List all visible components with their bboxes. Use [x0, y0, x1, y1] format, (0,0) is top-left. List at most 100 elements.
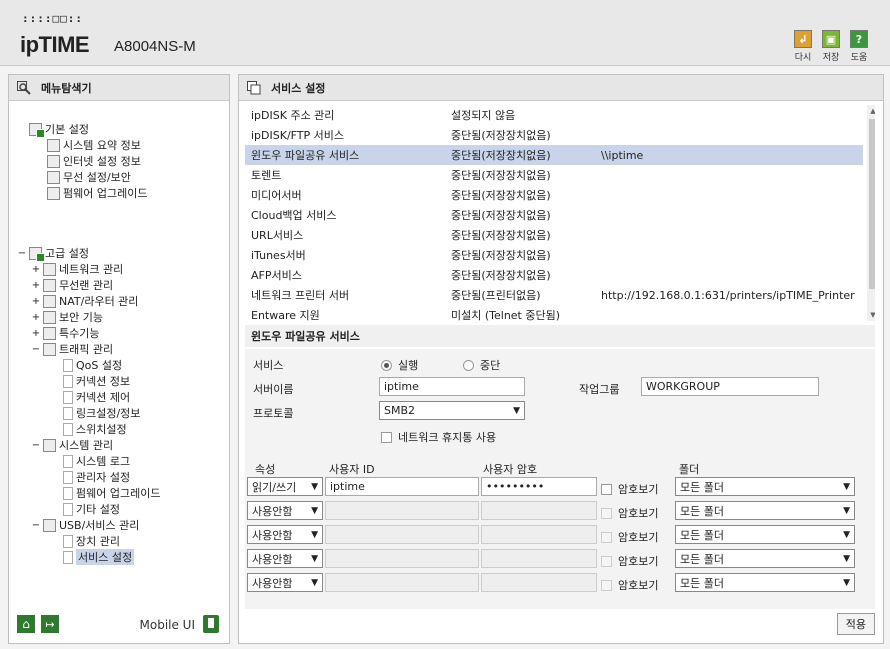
account-folder-select[interactable]: 모든 폴더 ▼: [675, 549, 855, 568]
apply-button[interactable]: 적용: [836, 613, 875, 635]
account-pass-input[interactable]: [481, 501, 597, 520]
account-pass-input[interactable]: [481, 573, 597, 592]
account-user-input[interactable]: iptime: [325, 477, 479, 496]
lock-icon: [43, 310, 56, 324]
account-user-input[interactable]: [325, 573, 479, 592]
tree-item-nat-router[interactable]: + NAT/라우터 관리: [31, 293, 138, 309]
account-attr-select[interactable]: 사용안함 ▼: [247, 549, 323, 568]
scroll-down-icon[interactable]: ▼: [867, 309, 875, 321]
upgrade-icon: [47, 186, 60, 200]
collapse-icon[interactable]: −: [17, 248, 27, 259]
protocol-select[interactable]: SMB2 ▼: [379, 401, 525, 420]
expand-icon[interactable]: +: [31, 264, 41, 275]
service-row[interactable]: ipDISK/FTP 서비스 중단됨(저장장치없음): [245, 125, 863, 145]
service-list-scrollbar[interactable]: ▲ ▼: [867, 105, 875, 321]
wireless-icon: [43, 278, 56, 292]
tree-item-traffic[interactable]: − 트래픽 관리: [31, 341, 113, 357]
account-pass-input[interactable]: [481, 549, 597, 568]
service-row[interactable]: Entware 지원 미설치 (Telnet 중단됨): [245, 305, 863, 325]
workgroup-input[interactable]: WORKGROUP: [641, 377, 819, 396]
account-attr-select[interactable]: 사용안함 ▼: [247, 573, 323, 592]
tree-item-firmware[interactable]: 펌웨어 업그레이드: [63, 485, 160, 501]
dropdown-arrow-icon: ▼: [513, 405, 520, 416]
account-pass-input[interactable]: •••••••••: [481, 477, 597, 496]
account-user-input[interactable]: [325, 501, 479, 520]
scroll-up-icon[interactable]: ▲: [867, 105, 875, 117]
help-button[interactable]: ? 도움: [848, 30, 870, 63]
tree-item-usb-service[interactable]: − USB/서비스 관리: [31, 517, 139, 533]
account-user-input[interactable]: [325, 525, 479, 544]
save-icon: ▣: [822, 30, 840, 48]
tree-item-security[interactable]: + 보안 기능: [31, 309, 103, 325]
account-attr-select[interactable]: 사용안함 ▼: [247, 501, 323, 520]
account-folder-select[interactable]: 모든 폴더 ▼: [675, 477, 855, 496]
tree-item-service-settings[interactable]: 서비스 설정: [63, 549, 135, 565]
account-user-input[interactable]: [325, 549, 479, 568]
account-attr-select[interactable]: 사용안함 ▼: [247, 525, 323, 544]
recycle-bin-checkbox[interactable]: 네트워크 휴지통 사용: [381, 429, 496, 445]
expand-icon[interactable]: +: [31, 328, 41, 339]
tree-item-firmware-upgrade[interactable]: 펌웨어 업그레이드: [47, 185, 147, 201]
server-name-label: 서버이름: [253, 383, 294, 396]
special-icon: [43, 326, 56, 340]
tree-item-device[interactable]: 장치 관리: [63, 533, 120, 549]
tree-item-network[interactable]: + 네트워크 관리: [31, 261, 123, 277]
expand-icon[interactable]: +: [31, 296, 41, 307]
service-row[interactable]: Cloud백업 서비스 중단됨(저장장치없음): [245, 205, 863, 225]
expand-icon[interactable]: +: [31, 280, 41, 291]
service-row-selected[interactable]: 윈도우 파일공유 서비스 중단됨(저장장치없음) \\iptime: [245, 145, 863, 165]
tree-item-wireless-security[interactable]: 무선 설정/보안: [47, 169, 131, 185]
show-pass-checkbox[interactable]: 암호보기: [601, 505, 658, 521]
tree-item-admin[interactable]: 관리자 설정: [63, 469, 130, 485]
tree-item-misc[interactable]: 기타 설정: [63, 501, 120, 517]
account-folder-select[interactable]: 모든 폴더 ▼: [675, 573, 855, 592]
collapse-icon[interactable]: −: [31, 520, 41, 531]
tree-item-connection-control[interactable]: 커넥션 제어: [63, 389, 130, 405]
show-pass-checkbox[interactable]: 암호보기: [601, 577, 658, 593]
col-pass-header: 사용자 암호: [483, 463, 538, 476]
service-row[interactable]: 네트워크 프린터 서버 중단됨(프린터없음) http://192.168.0.1:…: [245, 285, 863, 305]
tree-basic-settings[interactable]: 기본 설정: [29, 121, 89, 138]
service-row[interactable]: iTunes서버 중단됨(저장장치없음): [245, 245, 863, 265]
service-row[interactable]: URL서비스 중단됨(저장장치없음): [245, 225, 863, 245]
tree-advanced-settings[interactable]: − 고급 설정: [17, 245, 89, 262]
tree-item-internet-info[interactable]: 인터넷 설정 정보: [47, 153, 141, 169]
collapse-icon[interactable]: −: [31, 344, 41, 355]
save-button[interactable]: ▣ 저장: [820, 30, 842, 63]
run-radio[interactable]: 실행: [381, 357, 418, 373]
mobile-icon[interactable]: [203, 615, 219, 633]
tree-item-wireless[interactable]: + 무선랜 관리: [31, 277, 113, 293]
show-pass-checkbox[interactable]: 암호보기: [601, 481, 658, 497]
service-row[interactable]: 토렌트 중단됨(저장장치없음): [245, 165, 863, 185]
stop-radio[interactable]: 중단: [463, 357, 500, 373]
account-attr-select[interactable]: 읽기/쓰기 ▼: [247, 477, 323, 496]
service-row[interactable]: ipDISK 주소 관리 설정되지 않음: [245, 105, 863, 125]
service-row[interactable]: 미디어서버 중단됨(저장장치없음): [245, 185, 863, 205]
server-name-input[interactable]: iptime: [379, 377, 525, 396]
expand-icon[interactable]: +: [31, 312, 41, 323]
magnifier-icon: [17, 80, 31, 95]
show-pass-checkbox[interactable]: 암호보기: [601, 529, 658, 545]
tree-item-system-log[interactable]: 시스템 로그: [63, 453, 130, 469]
account-folder-select[interactable]: 모든 폴더 ▼: [675, 525, 855, 544]
logout-icon[interactable]: ↦: [41, 615, 59, 633]
tree-item-system-summary[interactable]: 시스템 요약 정보: [47, 137, 141, 153]
home-icon[interactable]: ⌂: [17, 615, 35, 633]
tree-item-connection-info[interactable]: 커넥션 정보: [63, 373, 130, 389]
scroll-thumb[interactable]: [869, 119, 875, 289]
account-pass-input[interactable]: [481, 525, 597, 544]
tree-item-special[interactable]: + 특수기능: [31, 325, 99, 341]
service-row[interactable]: AFP서비스 중단됨(저장장치없음): [245, 265, 863, 285]
tree-item-link[interactable]: 링크설정/정보: [63, 405, 140, 421]
account-folder-select[interactable]: 모든 폴더 ▼: [675, 501, 855, 520]
tree-item-switch[interactable]: 스위치설정: [63, 421, 127, 437]
show-pass-checkbox[interactable]: 암호보기: [601, 553, 658, 569]
col-user-header: 사용자 ID: [329, 463, 375, 476]
refresh-button[interactable]: ↲ 다시: [792, 30, 814, 63]
tree-item-system[interactable]: − 시스템 관리: [31, 437, 113, 453]
tree-item-qos[interactable]: QoS 설정: [63, 357, 122, 373]
page-icon: [63, 550, 73, 564]
collapse-icon[interactable]: −: [31, 440, 41, 451]
service-label: 서비스: [253, 359, 284, 372]
mobile-ui-link[interactable]: Mobile UI: [140, 618, 196, 632]
